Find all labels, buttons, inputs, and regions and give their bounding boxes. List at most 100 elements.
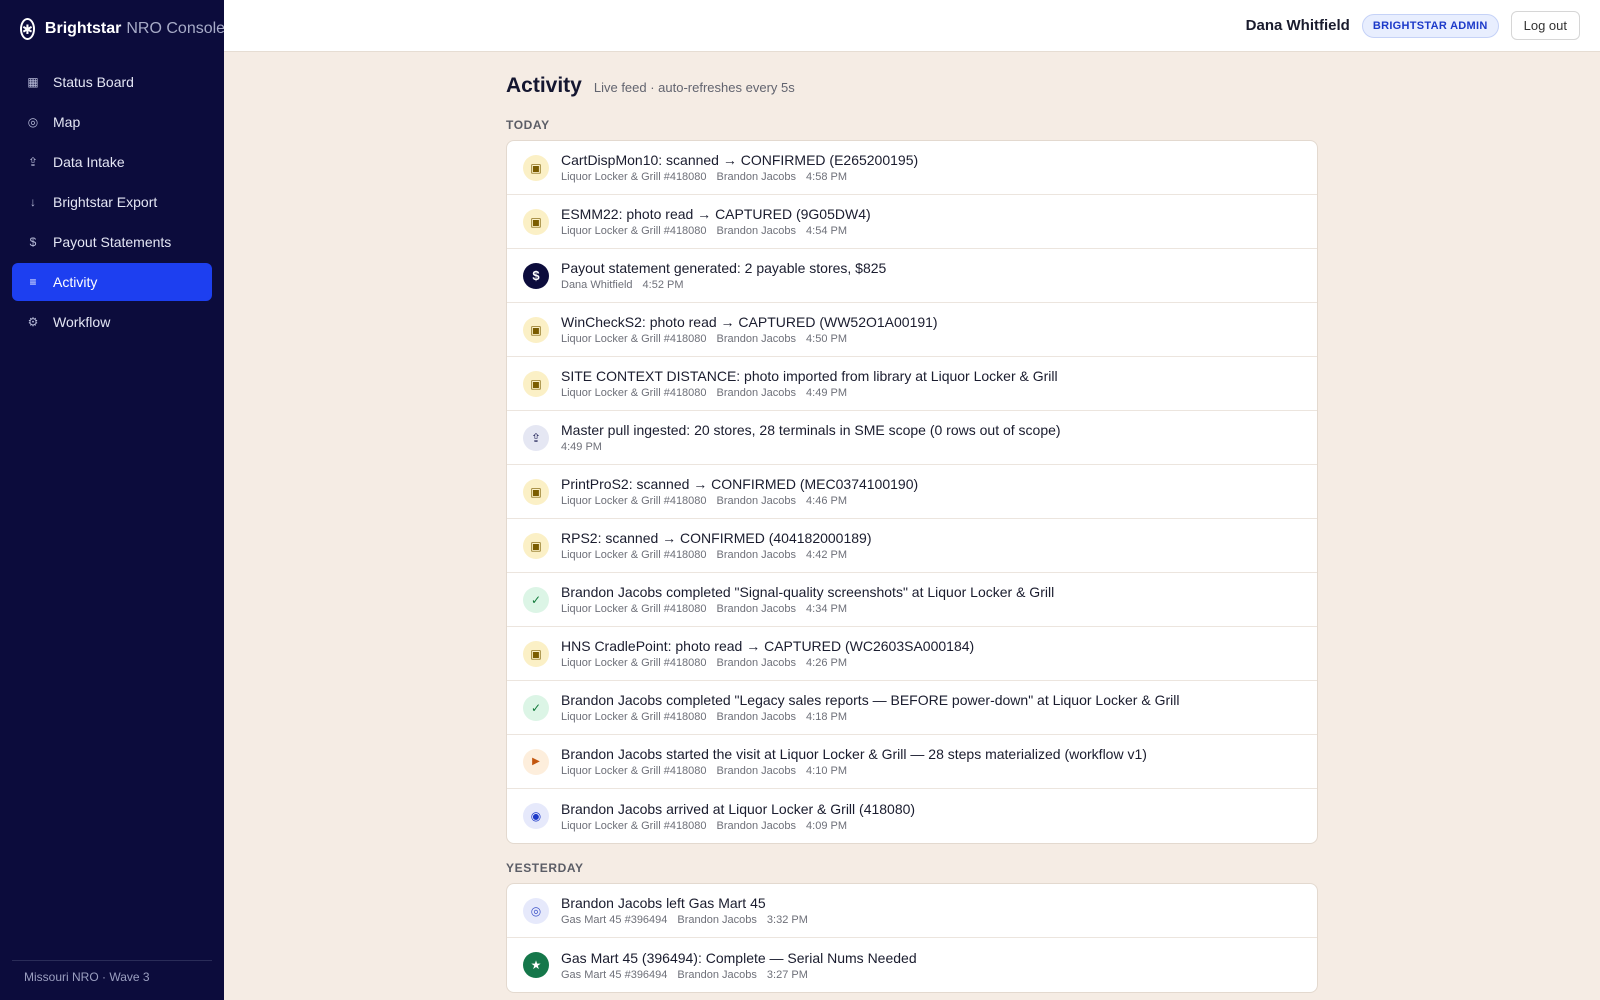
activity-text: Brandon Jacobs arrived at Liquor Locker …	[561, 801, 915, 832]
activity-row[interactable]: ◉ Brandon Jacobs arrived at Liquor Locker…	[507, 789, 1317, 843]
section-label-yesterday: YESTERDAY	[506, 861, 584, 875]
activity-row[interactable]: $ Payout statement generated: 2 payable s…	[507, 249, 1317, 303]
activity-row[interactable]: ▣ HNS CradlePoint: photo read → CAPTURED …	[507, 627, 1317, 681]
activity-row[interactable]: ◎ Brandon Jacobs left Gas Mart 45 Gas Mart…	[507, 884, 1317, 938]
activity-title: RPS2: scanned → CONFIRMED (404182000189)	[561, 530, 872, 546]
activity-time: 4:18 PM	[806, 711, 847, 723]
activity-text: RPS2: scanned → CONFIRMED (404182000189)…	[561, 530, 871, 561]
chip-icon: ▣	[523, 370, 549, 397]
activity-store: Liquor Locker & Grill #418080	[561, 711, 707, 723]
sidebar-item-map[interactable]: ◎ Map	[12, 103, 212, 141]
activity-store: Liquor Locker & Grill #418080	[561, 333, 707, 345]
user-name: Dana Whitfield	[1245, 17, 1350, 34]
activity-row[interactable]: ▣ PrintProS2: scanned → CONFIRMED (MEC037…	[507, 465, 1317, 519]
activity-meta: Liquor Locker & Grill #418080 Brandon Jac…	[561, 387, 1058, 399]
activity-meta: Dana Whitfield 4:52 PM	[561, 279, 886, 291]
sidebar-item-label: Map	[53, 114, 81, 130]
brightstar-logo-icon: ✱	[20, 18, 35, 40]
activity-time: 3:27 PM	[766, 968, 808, 981]
activity-time: 4:50 PM	[806, 333, 847, 345]
activity-store: Liquor Locker & Grill #418080	[561, 171, 707, 183]
activity-row[interactable]: ▣ CartDispMon10: scanned → CONFIRMED (E26…	[507, 141, 1317, 195]
sidebar-footer: Missouri NRO · Wave 3	[12, 960, 212, 984]
role-badge: BRIGHTSTAR ADMIN	[1361, 13, 1499, 38]
chip-icon: ▣	[523, 640, 549, 667]
activity-time: 4:10 PM	[806, 765, 847, 777]
activity-title: SITE CONTEXT DISTANCE: photo imported fr…	[561, 368, 1058, 384]
activity-meta: Liquor Locker & Grill #418080 Brandon Jac…	[561, 171, 918, 183]
activity-text: Gas Mart 45 (396494): Complete — Serial …	[561, 950, 917, 981]
section-label-today: TODAY	[506, 118, 550, 132]
activity-user: Brandon Jacobs	[716, 711, 797, 723]
dollar-icon: $	[29, 235, 37, 249]
activity-row[interactable]: ✓ Brandon Jacobs completed "Signal-qualit…	[507, 573, 1317, 627]
activity-meta: Liquor Locker & Grill #418080 Brandon Jac…	[561, 225, 871, 237]
sidebar-item-workflow[interactable]: ⚙ Workflow	[12, 303, 212, 341]
chip-icon: ▣	[523, 316, 549, 343]
activity-user: Brandon Jacobs	[716, 603, 797, 615]
activity-row[interactable]: ▣ WinCheckS2: photo read → CAPTURED (WW52…	[507, 303, 1317, 357]
activity-store: Gas Mart 45 #396494	[561, 914, 668, 926]
brand[interactable]: ✱ Brightstar NRO Console	[0, 0, 226, 58]
dollar-icon: $	[523, 262, 549, 289]
brand-subtitle: NRO Console	[126, 20, 226, 37]
activity-store: Liquor Locker & Grill #418080	[561, 819, 707, 832]
activity-row[interactable]: ▶ Brandon Jacobs started the visit at Liq…	[507, 735, 1317, 789]
activity-text: WinCheckS2: photo read → CAPTURED (WW52O…	[561, 314, 938, 345]
activity-user: Brandon Jacobs	[677, 914, 757, 926]
sidebar-item-label: Data Intake	[53, 154, 125, 170]
logout-button[interactable]: Log out	[1510, 11, 1580, 40]
activity-meta: Liquor Locker & Grill #418080 Brandon Jac…	[561, 495, 918, 507]
chip-icon: ▣	[523, 208, 549, 235]
activity-row[interactable]: ▣ SITE CONTEXT DISTANCE: photo imported f…	[507, 357, 1317, 411]
export-icon: ↓	[30, 195, 36, 209]
activity-user: Brandon Jacobs	[716, 819, 797, 832]
activity-time: 4:09 PM	[806, 819, 847, 832]
sidebar-item-label: Payout Statements	[53, 234, 172, 250]
sidebar-item-status-board[interactable]: ▦ Status Board	[12, 63, 212, 101]
activity-text: PrintProS2: scanned → CONFIRMED (MEC0374…	[561, 476, 918, 507]
activity-meta: Liquor Locker & Grill #418080 Brandon Jac…	[561, 333, 938, 345]
activity-text: Brandon Jacobs completed "Legacy sales r…	[561, 692, 1179, 723]
activity-meta: 4:49 PM	[561, 441, 1061, 453]
sidebar-item-data-intake[interactable]: ⇪ Data Intake	[12, 143, 212, 181]
activity-row[interactable]: ✓ Brandon Jacobs completed "Legacy sales …	[507, 681, 1317, 735]
activity-store: Liquor Locker & Grill #418080	[561, 495, 707, 507]
activity-title: Brandon Jacobs left Gas Mart 45	[561, 895, 766, 911]
activity-user: Brandon Jacobs	[716, 387, 797, 399]
activity-row[interactable]: ▣ ESMM22: photo read → CAPTURED (9G05DW4)…	[507, 195, 1317, 249]
activity-list: ◎ Brandon Jacobs left Gas Mart 45 Gas Mart…	[506, 883, 1318, 993]
star-icon: ★	[523, 952, 549, 978]
play-icon: ▶	[523, 748, 549, 775]
activity-row[interactable]: ⇪ Master pull ingested: 20 stores, 28 ter…	[507, 411, 1317, 465]
activity-user: Brandon Jacobs	[716, 495, 797, 507]
activity-row[interactable]: ▣ RPS2: scanned → CONFIRMED (404182000189…	[507, 519, 1317, 573]
activity-time: 4:54 PM	[806, 225, 847, 237]
chip-icon: ▣	[523, 532, 549, 559]
activity-user: Brandon Jacobs	[716, 765, 797, 777]
activity-text: Master pull ingested: 20 stores, 28 term…	[561, 422, 1061, 453]
sidebar-item-label: Brightstar Export	[53, 194, 158, 210]
activity-time: 4:42 PM	[806, 549, 847, 561]
activity-title: Brandon Jacobs completed "Legacy sales r…	[561, 692, 1180, 708]
activity-text: ESMM22: photo read → CAPTURED (9G05DW4) L…	[561, 206, 871, 237]
activity-store: Liquor Locker & Grill #418080	[561, 603, 707, 615]
activity-meta: Liquor Locker & Grill #418080 Brandon Jac…	[561, 603, 1054, 615]
sidebar-item-activity[interactable]: ≡ Activity	[12, 263, 212, 301]
sidebar-item-brightstar-export[interactable]: ↓ Brightstar Export	[12, 183, 212, 221]
activity-meta: Liquor Locker & Grill #418080 Brandon Jac…	[561, 711, 1179, 723]
activity-time: 3:32 PM	[766, 914, 808, 926]
activity-text: SITE CONTEXT DISTANCE: photo imported fr…	[561, 368, 1058, 399]
activity-time: 4:58 PM	[806, 171, 847, 183]
sidebar-nav: ▦ Status Board ◎ Map ⇪ Data Intake ↓ Brightstar…	[0, 63, 224, 341]
activity-title: Brandon Jacobs completed "Signal-quality…	[561, 584, 1055, 600]
activity-time: 4:49 PM	[561, 441, 602, 453]
sidebar-item-label: Workflow	[53, 314, 111, 330]
sidebar-item-payout-statements[interactable]: $ Payout Statements	[12, 223, 212, 261]
arrive-icon: ◉	[523, 803, 549, 829]
activity-list: ▣ CartDispMon10: scanned → CONFIRMED (E26…	[506, 140, 1318, 844]
activity-meta: Liquor Locker & Grill #418080 Brandon Jac…	[561, 549, 871, 561]
activity-title: Gas Mart 45 (396494): Complete — Serial …	[561, 949, 917, 966]
activity-row[interactable]: ★ Gas Mart 45 (396494): Complete — Serial…	[507, 938, 1317, 992]
activity-user: Brandon Jacobs	[716, 657, 797, 669]
